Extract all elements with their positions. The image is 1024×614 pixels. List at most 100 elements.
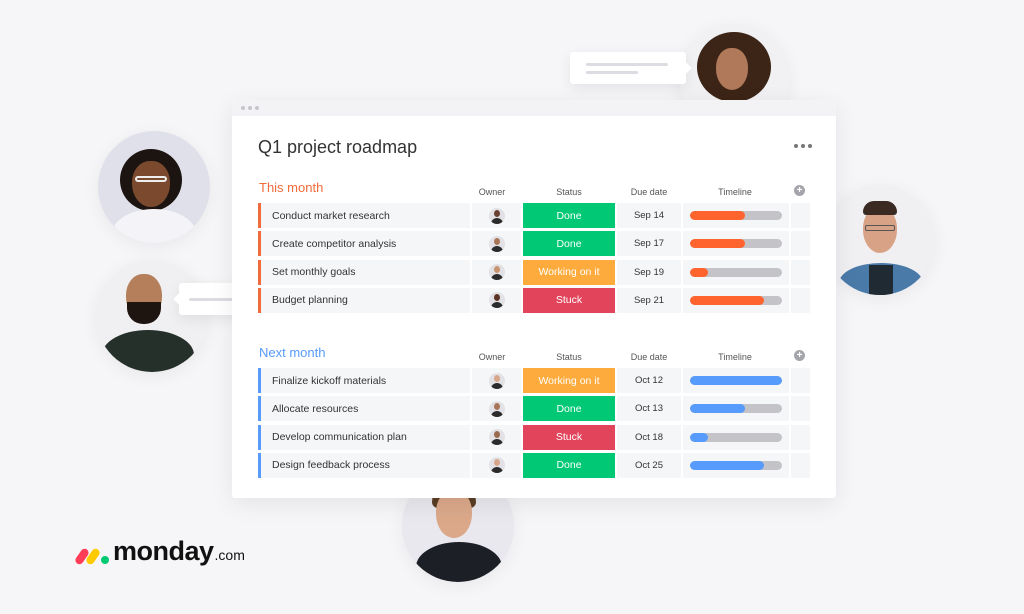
status-badge[interactable]: Working on it bbox=[523, 368, 615, 393]
owner-avatar bbox=[488, 207, 505, 224]
timeline-cell[interactable] bbox=[683, 424, 789, 450]
timeline-bar bbox=[690, 404, 782, 414]
avatar-man-beard bbox=[96, 260, 208, 372]
empty-cell bbox=[791, 287, 810, 313]
timeline-bar bbox=[690, 376, 782, 385]
chat-bubble-top bbox=[570, 52, 692, 84]
due-date[interactable]: Sep 21 bbox=[617, 287, 681, 313]
table-row[interactable]: Develop communication plan Stuck Oct 18 bbox=[258, 424, 810, 452]
timeline-fill bbox=[690, 432, 709, 442]
item-name[interactable]: Finalize kickoff materials bbox=[258, 368, 470, 393]
column-header-timeline[interactable]: Timeline bbox=[683, 352, 787, 362]
due-date[interactable]: Oct 25 bbox=[617, 452, 681, 478]
group-header: Next month Owner Status Due date Timelin… bbox=[258, 343, 810, 367]
column-header-status[interactable]: Status bbox=[523, 352, 615, 362]
board-title: Q1 project roadmap bbox=[258, 137, 418, 157]
window-dot-icon bbox=[248, 106, 252, 110]
empty-cell bbox=[791, 368, 810, 393]
timeline-bar bbox=[690, 460, 782, 470]
status-badge[interactable]: Working on it bbox=[523, 259, 615, 285]
owner-avatar bbox=[488, 292, 505, 309]
timeline-cell[interactable] bbox=[683, 368, 789, 393]
group-this-month: This month Owner Status Due date Timelin… bbox=[258, 178, 810, 315]
logo-wordmark: monday bbox=[113, 536, 214, 566]
column-header-owner[interactable]: Owner bbox=[472, 352, 512, 362]
owner-avatar bbox=[488, 429, 505, 446]
empty-cell bbox=[791, 396, 810, 422]
window-titlebar bbox=[232, 100, 836, 116]
table-row[interactable]: Set monthly goals Working on it Sep 19 bbox=[258, 259, 810, 287]
table-row[interactable]: Create competitor analysis Done Sep 17 bbox=[258, 230, 810, 258]
timeline-bar bbox=[690, 295, 782, 305]
owner-avatar bbox=[488, 235, 505, 252]
status-badge[interactable]: Done bbox=[523, 452, 615, 478]
empty-cell bbox=[791, 452, 810, 478]
timeline-cell[interactable] bbox=[683, 396, 789, 422]
due-date[interactable]: Sep 14 bbox=[617, 203, 681, 228]
empty-cell bbox=[791, 259, 810, 285]
timeline-fill bbox=[690, 239, 746, 249]
item-name[interactable]: Design feedback process bbox=[258, 452, 470, 478]
status-badge[interactable]: Done bbox=[523, 396, 615, 422]
group-title[interactable]: Next month bbox=[259, 345, 325, 360]
item-name[interactable]: Allocate resources bbox=[258, 396, 470, 422]
table-row[interactable]: Conduct market research Done Sep 14 bbox=[258, 202, 810, 230]
owner-cell[interactable] bbox=[472, 368, 521, 393]
item-name[interactable]: Set monthly goals bbox=[258, 259, 470, 285]
timeline-cell[interactable] bbox=[683, 287, 789, 313]
add-column-icon[interactable]: + bbox=[794, 350, 805, 361]
board-window: Q1 project roadmap This month Owner Stat… bbox=[232, 100, 836, 498]
table-row[interactable]: Design feedback process Done Oct 25 bbox=[258, 452, 810, 480]
timeline-cell[interactable] bbox=[683, 203, 789, 228]
timeline-fill bbox=[690, 376, 782, 385]
column-header-timeline[interactable]: Timeline bbox=[683, 187, 787, 197]
item-name[interactable]: Develop communication plan bbox=[258, 424, 470, 450]
table-row[interactable]: Finalize kickoff materials Working on it… bbox=[258, 367, 810, 395]
owner-cell[interactable] bbox=[472, 231, 521, 257]
status-badge[interactable]: Stuck bbox=[523, 287, 615, 313]
column-header-status[interactable]: Status bbox=[523, 187, 615, 197]
due-date[interactable]: Oct 13 bbox=[617, 396, 681, 422]
group-title[interactable]: This month bbox=[259, 180, 323, 195]
owner-avatar bbox=[488, 400, 505, 417]
due-date[interactable]: Sep 19 bbox=[617, 259, 681, 285]
status-badge[interactable]: Done bbox=[523, 203, 615, 228]
due-date[interactable]: Oct 18 bbox=[617, 424, 681, 450]
avatar-man-glasses bbox=[825, 185, 935, 295]
column-header-owner[interactable]: Owner bbox=[472, 187, 512, 197]
add-column-icon[interactable]: + bbox=[794, 185, 805, 196]
status-badge[interactable]: Stuck bbox=[523, 424, 615, 450]
due-date[interactable]: Oct 12 bbox=[617, 368, 681, 393]
item-name[interactable]: Budget planning bbox=[258, 287, 470, 313]
owner-cell[interactable] bbox=[472, 424, 521, 450]
timeline-bar bbox=[690, 267, 782, 277]
timeline-cell[interactable] bbox=[683, 452, 789, 478]
timeline-bar bbox=[690, 432, 782, 442]
timeline-fill bbox=[690, 295, 764, 305]
owner-cell[interactable] bbox=[472, 287, 521, 313]
table-row[interactable]: Budget planning Stuck Sep 21 bbox=[258, 287, 810, 315]
item-name[interactable]: Create competitor analysis bbox=[258, 231, 470, 257]
column-header-due-date[interactable]: Due date bbox=[618, 352, 680, 362]
timeline-fill bbox=[690, 211, 746, 220]
timeline-cell[interactable] bbox=[683, 231, 789, 257]
owner-cell[interactable] bbox=[472, 203, 521, 228]
column-header-due-date[interactable]: Due date bbox=[618, 187, 680, 197]
logo-tld: .com bbox=[214, 547, 245, 563]
table-row[interactable]: Allocate resources Done Oct 13 bbox=[258, 395, 810, 423]
status-badge[interactable]: Done bbox=[523, 231, 615, 257]
monday-logo: monday .com bbox=[73, 536, 245, 566]
item-name[interactable]: Conduct market research bbox=[258, 203, 470, 228]
timeline-fill bbox=[690, 460, 764, 470]
empty-cell bbox=[791, 424, 810, 450]
timeline-cell[interactable] bbox=[683, 259, 789, 285]
owner-cell[interactable] bbox=[472, 259, 521, 285]
due-date[interactable]: Sep 17 bbox=[617, 231, 681, 257]
window-dot-icon bbox=[255, 106, 259, 110]
owner-cell[interactable] bbox=[472, 452, 521, 478]
empty-cell bbox=[791, 231, 810, 257]
owner-cell[interactable] bbox=[472, 396, 521, 422]
timeline-bar bbox=[690, 239, 782, 249]
more-options-icon[interactable] bbox=[794, 144, 812, 148]
timeline-fill bbox=[690, 404, 746, 414]
